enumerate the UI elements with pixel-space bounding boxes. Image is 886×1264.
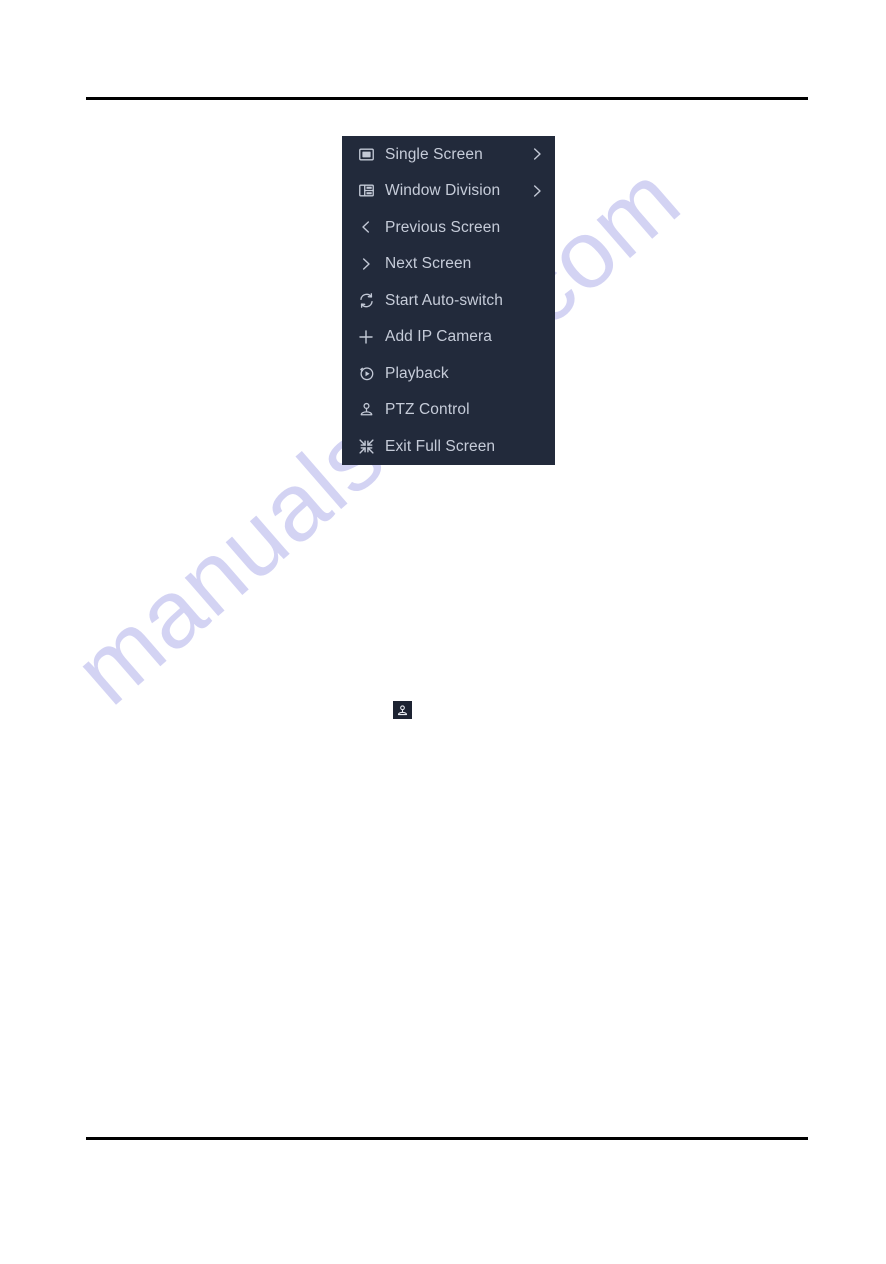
menu-item-single-screen[interactable]: Single Screen	[342, 136, 555, 173]
live-view-right-click-menu: Single Screen Window Division Previous Scr…	[342, 136, 555, 465]
menu-item-start-auto-switch[interactable]: Start Auto-switch	[342, 282, 555, 319]
menu-item-next-screen[interactable]: Next Screen	[342, 246, 555, 283]
menu-item-label: Playback	[385, 364, 449, 382]
menu-item-previous-screen[interactable]: Previous Screen	[342, 209, 555, 246]
chevron-right-icon	[355, 253, 377, 275]
menu-item-exit-full-screen[interactable]: Exit Full Screen	[342, 428, 555, 465]
header-rule	[86, 97, 808, 100]
menu-item-ptz-control[interactable]: PTZ Control	[342, 392, 555, 429]
plus-icon	[355, 326, 377, 348]
menu-item-label: Start Auto-switch	[385, 291, 503, 309]
submenu-chevron-right-icon[interactable]	[529, 183, 545, 199]
ptz-control-icon-inline	[393, 701, 412, 719]
menu-item-label: Previous Screen	[385, 218, 501, 236]
menu-item-label: Exit Full Screen	[385, 437, 496, 455]
document-page: manualshive.com Single ScreenWindow Divi…	[0, 0, 886, 1264]
menu-item-label: PTZ Control	[385, 401, 470, 418]
single-screen-icon	[355, 143, 377, 165]
menu-item-label: Window Division	[385, 182, 501, 199]
window-division-icon	[355, 180, 377, 202]
exit-full-screen-icon	[355, 435, 377, 457]
menu-item-window-division[interactable]: Window Division	[342, 173, 555, 210]
playback-icon	[355, 362, 377, 384]
menu-item-label: Add IP Camera	[385, 328, 492, 345]
auto-switch-icon	[355, 289, 377, 311]
footer-rule	[86, 1137, 808, 1140]
menu-item-playback[interactable]: Playback	[342, 355, 555, 392]
ptz-control-icon	[355, 399, 377, 421]
ptz-control-icon	[397, 704, 408, 715]
chevron-left-icon	[355, 216, 377, 238]
submenu-chevron-right-icon[interactable]	[529, 146, 545, 162]
menu-item-label: Single Screen	[385, 145, 483, 163]
menu-item-add-ip-camera[interactable]: Add IP Camera	[342, 319, 555, 356]
menu-item-label: Next Screen	[385, 255, 472, 272]
